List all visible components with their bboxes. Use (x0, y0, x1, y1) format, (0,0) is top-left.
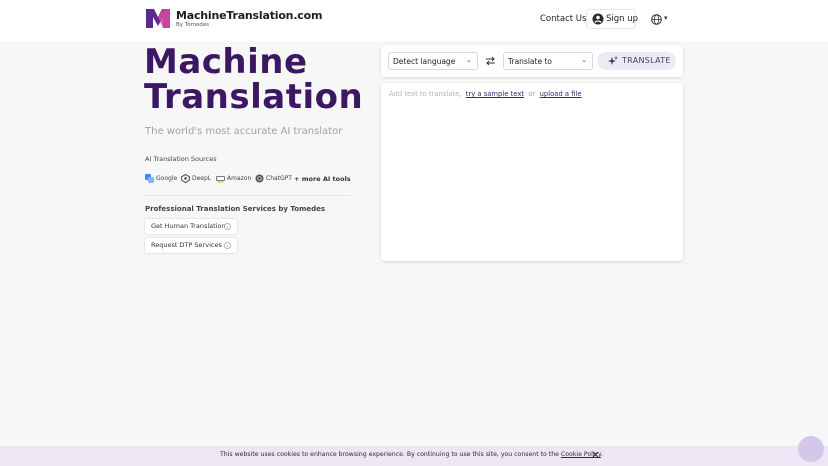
button-label: Get Human Translation (151, 222, 226, 230)
brand-subtitle: By Tomedes (176, 22, 210, 28)
globe-icon[interactable] (651, 14, 662, 25)
target-language-select[interactable]: Translate to ⌄ (503, 52, 593, 70)
pro-services-heading: Professional Translation Services by Tom… (145, 205, 326, 213)
info-icon (224, 242, 231, 249)
sources-heading: AI Translation Sources (145, 155, 217, 163)
source-label: ChatGPT (266, 175, 292, 182)
cookie-message: This website uses cookies to enhance bro… (220, 451, 603, 458)
get-human-translation-button[interactable]: Get Human Translation (145, 219, 237, 234)
chevron-down-icon: ⌄ (581, 56, 587, 64)
hero-subtitle: The world's most accurate AI translator (145, 126, 343, 137)
amazon-icon (216, 176, 225, 183)
user-icon (592, 13, 604, 25)
chatgpt-icon (255, 174, 264, 183)
info-icon (224, 223, 231, 230)
try-sample-text-link[interactable]: try a sample text (466, 90, 524, 98)
source-language-select[interactable]: Detect language ⌄ (388, 52, 478, 70)
source-label: Amazon (227, 175, 252, 182)
contact-us-link[interactable]: Contact Us (540, 14, 586, 24)
title-line-1: Machine (144, 42, 308, 82)
section-divider (145, 195, 350, 196)
top-header (0, 0, 828, 41)
input-placeholder: Add text to translate, (389, 90, 462, 98)
title-line-2: Translation (144, 77, 364, 117)
source-label: Google (156, 175, 178, 182)
button-label: Request DTP Services (151, 241, 222, 249)
language-dropdown-caret[interactable]: ▾ (664, 14, 668, 22)
cookie-period: . (600, 451, 603, 458)
upload-file-link[interactable]: upload a file (540, 90, 582, 98)
sparkle-icon (608, 56, 618, 65)
page-title: Machine Translation (144, 45, 363, 115)
deepl-icon (181, 174, 190, 183)
more-ai-tools-link[interactable]: + more AI tools (294, 175, 351, 183)
cookie-text: This website uses cookies to enhance bro… (220, 451, 559, 458)
request-dtp-services-button[interactable]: Request DTP Services (145, 238, 237, 253)
source-text-area[interactable] (381, 83, 683, 261)
input-placeholder-line: Add text to translate, try a sample text… (389, 90, 582, 98)
brand-name[interactable]: MachineTranslation.com (176, 9, 322, 22)
translate-button-label[interactable]: TRANSLATE (622, 56, 671, 65)
select-value: Detect language (393, 57, 456, 66)
google-icon (145, 174, 154, 183)
brand-logo-icon[interactable] (146, 9, 170, 28)
source-label: DeepL (192, 175, 212, 182)
swap-languages-icon[interactable] (485, 56, 496, 66)
or-text: or (528, 90, 536, 98)
chevron-down-icon: ⌄ (466, 56, 472, 64)
select-value: Translate to (508, 57, 552, 66)
sign-up-label[interactable]: Sign up (606, 14, 638, 24)
chat-widget-button[interactable] (798, 436, 824, 462)
close-icon[interactable] (592, 451, 599, 458)
